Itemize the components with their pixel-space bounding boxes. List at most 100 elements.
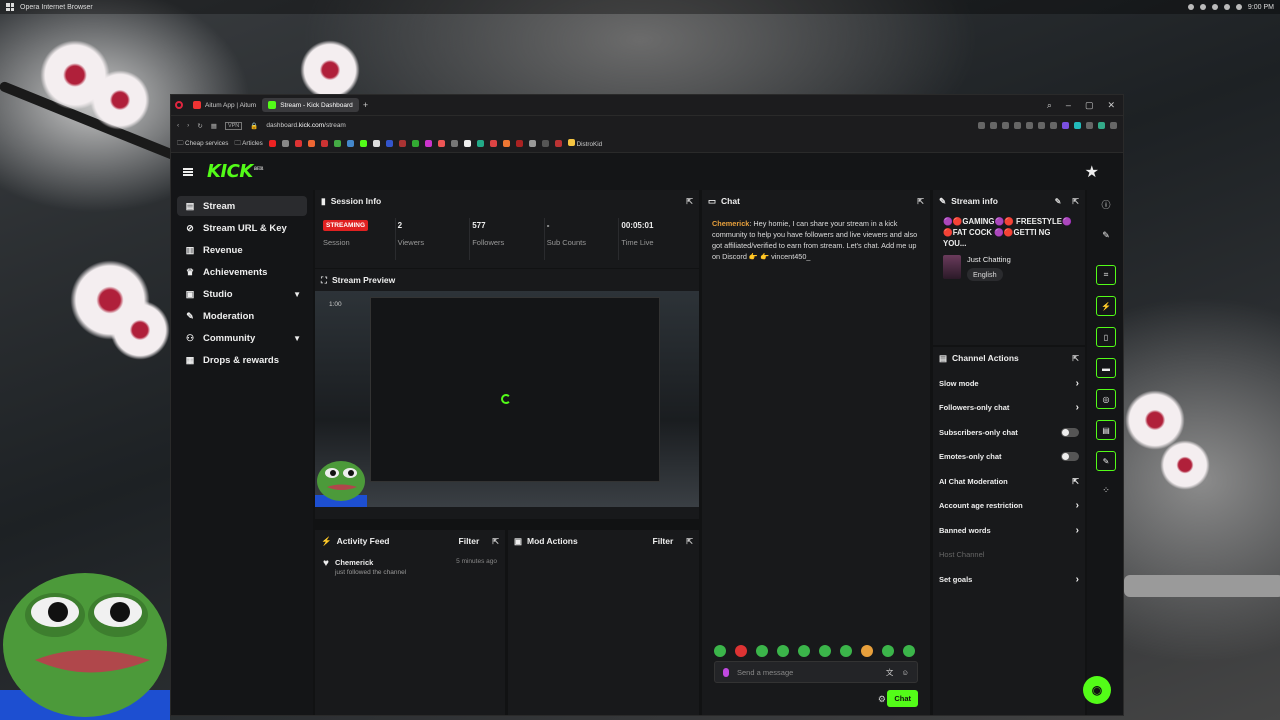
tray-icon[interactable] — [1187, 4, 1194, 10]
action-banned-words[interactable]: Banned words › — [933, 518, 1085, 543]
action-set-goals[interactable]: Set goals › — [933, 567, 1085, 592]
activity-user[interactable]: Chemerick — [335, 558, 406, 567]
bookmark-icon[interactable] — [372, 140, 380, 147]
bookmark-icon[interactable] — [450, 140, 458, 147]
extension-icon[interactable] — [1026, 122, 1033, 129]
document-button-icon[interactable]: ▯ — [1096, 327, 1116, 347]
star-icon[interactable]: ★ — [1085, 162, 1099, 182]
close-icon[interactable]: ✕ — [1107, 100, 1115, 111]
new-tab-icon[interactable]: + — [363, 100, 368, 110]
extension-icon[interactable] — [1110, 122, 1117, 129]
bookmark-icon[interactable] — [268, 140, 276, 147]
extension-icon[interactable] — [1074, 122, 1081, 129]
extension-icon[interactable] — [1062, 122, 1069, 129]
extension-icon[interactable] — [1014, 122, 1021, 129]
bookmark-icon[interactable] — [437, 140, 445, 147]
clip-button-icon[interactable]: ⌗ — [1096, 265, 1116, 285]
broadcast-button-icon[interactable]: ◎ — [1096, 389, 1116, 409]
emote-icon[interactable] — [882, 645, 894, 657]
sidebar-item-stream[interactable]: ▤ Stream — [177, 196, 307, 216]
edit-icon[interactable]: ✎ — [1055, 197, 1062, 206]
bookmark-articles[interactable]: 🗀 Articles — [234, 138, 262, 149]
bookmark-icon[interactable] — [307, 140, 315, 147]
action-followers-only[interactable]: Followers-only chat › — [933, 396, 1085, 421]
bookmark-icon[interactable] — [554, 140, 562, 147]
popout-icon[interactable]: ⇱ — [1072, 354, 1079, 363]
popout-icon[interactable]: ⇱ — [1072, 197, 1079, 206]
sidebar-item-revenue[interactable]: ▥ Revenue — [177, 240, 307, 260]
extension-icon[interactable] — [990, 122, 997, 129]
emote-icon[interactable] — [735, 645, 747, 657]
bolt-button-icon[interactable]: ⚡ — [1096, 296, 1116, 316]
vpn-badge[interactable]: VPN — [224, 121, 243, 130]
search-tabs-icon[interactable]: ⌕ — [1047, 100, 1052, 111]
emote-icon[interactable] — [756, 645, 768, 657]
category-name[interactable]: Just Chatting — [967, 255, 1011, 264]
bookmark-icon[interactable] — [476, 140, 484, 147]
sidebar-item-moderation[interactable]: ✎ Moderation — [177, 306, 307, 326]
tray-icon[interactable] — [1199, 4, 1206, 10]
bookmark-icon[interactable] — [385, 140, 393, 147]
category-thumbnail[interactable] — [943, 255, 961, 279]
sidebar-item-community[interactable]: ⚇ Community ▼ — [177, 328, 307, 348]
bookmark-icon[interactable] — [320, 140, 328, 147]
action-account-age[interactable]: Account age restriction › — [933, 494, 1085, 519]
bookmark-icon[interactable] — [424, 140, 432, 147]
info-icon[interactable]: ⓘ — [1096, 194, 1116, 214]
chat-input[interactable]: Send a message 文 ☺ — [714, 661, 918, 683]
extension-icon[interactable] — [978, 122, 985, 129]
action-slow-mode[interactable]: Slow mode › — [933, 371, 1085, 396]
tab-aitum[interactable]: Aitum App | Aitum — [187, 98, 262, 112]
emoji-icon[interactable]: ☺ — [901, 668, 909, 677]
bookmark-icon[interactable] — [541, 140, 549, 147]
tab-kick-dashboard[interactable]: Stream - Kick Dashboard — [262, 98, 359, 112]
reload-icon[interactable]: ↻ — [197, 122, 202, 130]
volume-icon[interactable] — [1235, 4, 1242, 10]
emote-icon[interactable] — [903, 645, 915, 657]
chat-username[interactable]: Chemerick — [712, 219, 749, 228]
mod-filter-button[interactable]: Filter — [653, 536, 674, 546]
chat-send-button[interactable]: Chat — [887, 690, 918, 707]
emote-icon[interactable] — [798, 645, 810, 657]
bookmark-icon[interactable] — [359, 140, 367, 147]
tray-icon[interactable] — [1211, 4, 1218, 10]
translate-icon[interactable]: 文 — [886, 667, 894, 678]
popout-icon[interactable]: ⇱ — [686, 197, 693, 206]
bookmark-icon[interactable] — [411, 140, 419, 147]
emote-icon[interactable] — [777, 645, 789, 657]
minimize-icon[interactable]: – — [1066, 100, 1071, 111]
extension-icon[interactable] — [1038, 122, 1045, 129]
popout-icon[interactable]: ⇱ — [686, 537, 693, 546]
bookmark-icon[interactable] — [489, 140, 497, 147]
emote-icon[interactable] — [840, 645, 852, 657]
wifi-icon[interactable] — [1223, 4, 1230, 10]
bookmark-icon[interactable] — [463, 140, 471, 147]
wrench-button-icon[interactable]: ✎ — [1096, 451, 1116, 471]
action-ai-chat-moderation[interactable]: AI Chat Moderation ⇱ — [933, 469, 1085, 494]
extension-icon[interactable] — [1050, 122, 1057, 129]
emotes-only-toggle[interactable] — [1061, 452, 1079, 462]
sidebar-item-drops-rewards[interactable]: ▦ Drops & rewards — [177, 350, 307, 370]
bookmark-icon[interactable] — [515, 140, 523, 147]
poll-button-icon[interactable]: ▤ — [1096, 420, 1116, 440]
maximize-icon[interactable]: ▢ — [1085, 100, 1094, 111]
bookmark-icon[interactable] — [281, 140, 289, 147]
sidebar-item-achievements[interactable]: ♛ Achievements — [177, 262, 307, 282]
support-chat-icon[interactable]: ◉ — [1083, 676, 1111, 704]
back-icon[interactable]: ‹ — [177, 122, 179, 129]
sidebar-item-studio[interactable]: ▣ Studio ▼ — [177, 284, 307, 304]
bookmark-icon[interactable] — [346, 140, 354, 147]
chat-button-icon[interactable]: ▬ — [1096, 358, 1116, 378]
bookmark-distrokid[interactable]: DistroKid — [567, 139, 602, 148]
subscribers-only-toggle[interactable] — [1061, 427, 1079, 437]
windows-start-icon[interactable] — [6, 3, 14, 11]
sidebar-item-stream-url-key[interactable]: ⊘ Stream URL & Key — [177, 218, 307, 238]
mic-icon[interactable] — [723, 667, 729, 677]
extension-icon[interactable] — [1002, 122, 1009, 129]
emote-icon[interactable] — [861, 645, 873, 657]
stream-preview-video[interactable]: 1:00 — [315, 291, 699, 507]
pencil-icon[interactable]: ✎ — [1096, 225, 1116, 245]
more-icon[interactable]: ⁘ — [1096, 480, 1116, 500]
emote-icon[interactable] — [714, 645, 726, 657]
opera-logo-icon[interactable] — [175, 101, 183, 109]
